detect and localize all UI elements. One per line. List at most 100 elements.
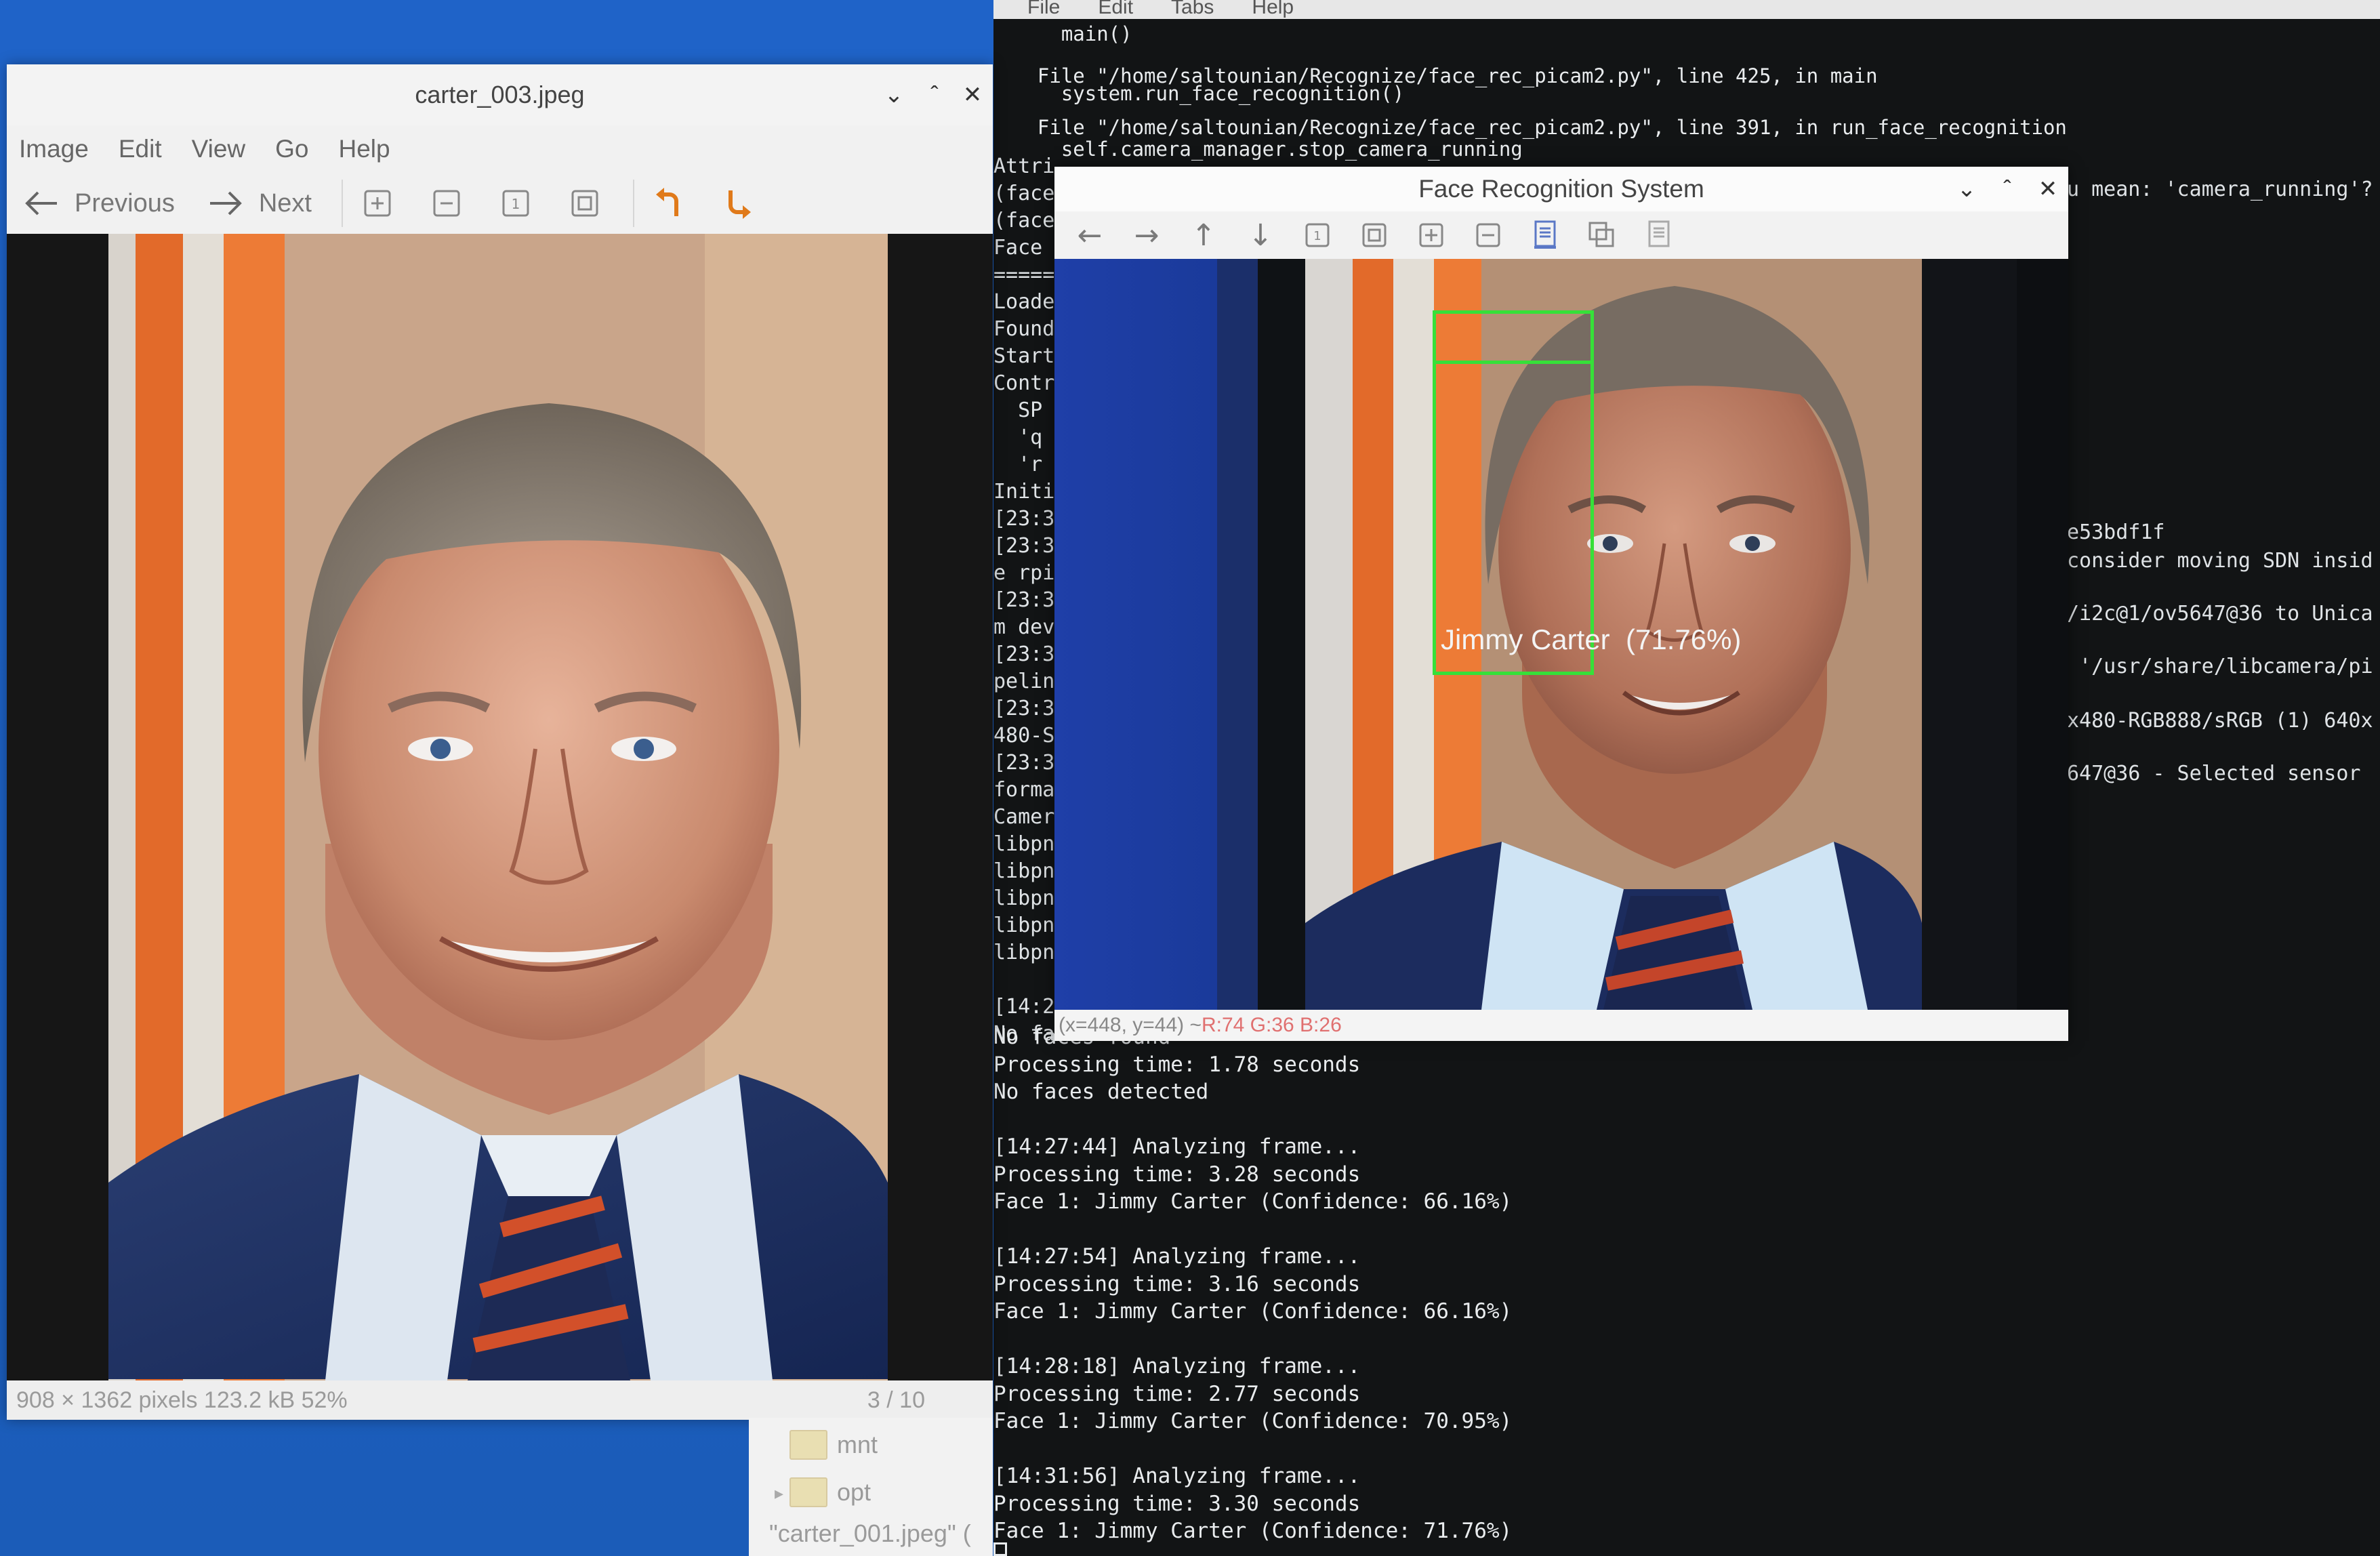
rotate-right-icon[interactable]: [717, 182, 759, 224]
zoom-out-icon[interactable]: [1469, 216, 1507, 254]
selection-status: "carter_001.jpeg" (: [769, 1519, 971, 1547]
file-manager-fragment[interactable]: mnt opt ▸ "carter_001.jpeg" (: [749, 1418, 993, 1556]
fit-window-icon[interactable]: [1355, 216, 1393, 254]
traceback-line: system.run_face_recognition(): [1014, 82, 1405, 105]
terminal-line-fragment: 647@36 - Selected sensor: [2067, 762, 2361, 785]
zoom-out-icon[interactable]: [426, 182, 468, 224]
arrow-left-icon[interactable]: ←: [1071, 216, 1109, 254]
zoom-in-icon[interactable]: [1412, 216, 1450, 254]
close-icon[interactable]: ✕: [952, 64, 993, 125]
previous-button[interactable]: Previous: [7, 176, 191, 230]
chevron-down-icon[interactable]: ⌄: [874, 64, 914, 125]
rotate-left-icon[interactable]: [648, 182, 690, 224]
pixel-color-value: R:74 G:36 B:26: [1201, 1014, 1342, 1036]
menu-help[interactable]: Help: [1252, 0, 1294, 19]
terminal-line-fragment: Contr: [993, 371, 1055, 395]
svg-text:1: 1: [1313, 229, 1321, 243]
terminal-line-fragment: libpn: [993, 859, 1055, 883]
terminal-line-fragment: forma: [993, 778, 1055, 802]
terminal-line-fragment: 'r: [993, 453, 1043, 476]
terminal-line-fragment: Found: [993, 317, 1055, 341]
terminal-line-fragment: libpn: [993, 886, 1055, 910]
terminal-line-fragment: (face: [993, 182, 1055, 205]
properties-icon[interactable]: [1640, 216, 1678, 254]
terminal-line-fragment: libpn: [993, 832, 1055, 856]
menu-go[interactable]: Go: [275, 135, 308, 163]
terminal-line-fragment: '/usr/share/libcamera/pi: [2067, 655, 2373, 678]
toolbar-separator: [341, 180, 343, 227]
face-window-statusbar: (x=448, y=44) ~ R:74 G:36 B:26: [1054, 1010, 2068, 1041]
terminal-line-fragment: Start: [993, 344, 1055, 368]
expander-icon[interactable]: ▸: [775, 1483, 783, 1504]
menu-file[interactable]: File: [1027, 0, 1060, 19]
menu-tabs[interactable]: Tabs: [1171, 0, 1214, 19]
image-canvas[interactable]: [7, 234, 993, 1380]
folder-item-opt[interactable]: opt: [789, 1477, 871, 1507]
image-viewer-window[interactable]: carter_003.jpeg ⌄ ˆ ✕ Image Edit View Go…: [7, 64, 993, 1420]
next-button[interactable]: Next: [191, 176, 328, 230]
terminal-log-line: [14:28:18] Analyzing frame...: [993, 1354, 1361, 1378]
terminal-line-fragment: SP: [993, 398, 1043, 422]
arrow-right-icon: [209, 191, 242, 216]
terminal-line-fragment: 480-S: [993, 724, 1055, 748]
viewer-titlebar[interactable]: carter_003.jpeg ⌄ ˆ ✕: [7, 64, 993, 125]
camera-frame[interactable]: Jimmy Carter (71.76%): [1054, 259, 2068, 1010]
terminal-log-line: Processing time: 3.28 seconds: [993, 1162, 1361, 1187]
terminal-line-fragment: Attri: [993, 155, 1055, 178]
arrow-right-icon[interactable]: →: [1128, 216, 1166, 254]
chevron-down-icon[interactable]: ⌄: [1946, 167, 1987, 211]
menu-help[interactable]: Help: [339, 135, 390, 163]
traceback-line: self.camera_manager.stop_camera_running: [1014, 138, 1523, 161]
terminal-line-fragment: [23:3: [993, 751, 1055, 775]
terminal-cursor: [993, 1542, 1007, 1556]
folder-label: mnt: [837, 1431, 878, 1458]
previous-label: Previous: [75, 188, 175, 218]
terminal-line-fragment: e53bdf1f: [2067, 520, 2165, 544]
maximize-icon[interactable]: ˆ: [914, 64, 955, 125]
terminal-log-line: Processing time: 3.16 seconds: [993, 1271, 1361, 1296]
terminal-log-line: No faces detected: [993, 1080, 1209, 1104]
zoom-in-icon[interactable]: [356, 182, 398, 224]
maximize-icon[interactable]: ˆ: [1987, 167, 2028, 211]
terminal-log-line: Face 1: Jimmy Carter (Confidence: 66.16%…: [993, 1189, 1513, 1214]
toolbar-separator: [632, 180, 634, 227]
face-recognition-window[interactable]: Face Recognition System ⌄ ˆ ✕ ← → ↑ ↓ 1: [1054, 167, 2068, 1041]
terminal-log-line: Face 1: Jimmy Carter (Confidence: 70.95%…: [993, 1409, 1513, 1433]
terminal-line-fragment: Face: [993, 236, 1043, 260]
terminal-line-fragment: [23:3: [993, 534, 1055, 558]
terminal-line-fragment: libpn: [993, 914, 1055, 937]
copy-image-icon[interactable]: [1583, 216, 1621, 254]
face-window-title: Face Recognition System: [1418, 175, 1704, 203]
viewer-statusbar: 908 × 1362 pixels 123.2 kB 52% 3 / 10: [7, 1380, 993, 1420]
terminal-line-fragment: (face: [993, 209, 1055, 232]
fit-window-icon[interactable]: [564, 182, 606, 224]
terminal-line-fragment: [23:3: [993, 507, 1055, 531]
menu-view[interactable]: View: [192, 135, 246, 163]
svg-text:1: 1: [512, 196, 520, 212]
viewer-title: carter_003.jpeg: [415, 81, 585, 108]
terminal-line-fragment: u mean: 'camera_running'?: [2067, 178, 2373, 201]
face-detection-box: [1433, 310, 1594, 675]
terminal-line-fragment: pelin: [993, 670, 1055, 693]
terminal-log-line: [14:27:44] Analyzing frame...: [993, 1134, 1361, 1159]
close-icon[interactable]: ✕: [2028, 167, 2068, 211]
viewer-menubar: Image Edit View Go Help: [7, 125, 993, 173]
image-info: 908 × 1362 pixels 123.2 kB 52%: [16, 1387, 348, 1413]
terminal-line-fragment: e rpi: [993, 561, 1055, 585]
terminal-log-line: [14:27:54] Analyzing frame...: [993, 1244, 1361, 1269]
arrow-up-icon[interactable]: ↑: [1185, 216, 1223, 254]
terminal-line-fragment: Camer: [993, 805, 1055, 829]
save-image-icon[interactable]: [1526, 216, 1564, 254]
zoom-original-icon[interactable]: 1: [495, 182, 537, 224]
terminal-line-fragment: /i2c@1/ov5647@36 to Unica: [2067, 602, 2373, 626]
zoom-original-icon[interactable]: 1: [1298, 216, 1336, 254]
menu-edit[interactable]: Edit: [119, 135, 162, 163]
terminal-line-fragment: Loade: [993, 290, 1055, 314]
next-label: Next: [258, 188, 312, 218]
folder-item-mnt[interactable]: mnt: [789, 1430, 878, 1460]
traceback-line: main(): [1014, 22, 1132, 45]
menu-edit[interactable]: Edit: [1098, 0, 1133, 19]
face-window-titlebar[interactable]: Face Recognition System ⌄ ˆ ✕: [1054, 167, 2068, 211]
arrow-down-icon[interactable]: ↓: [1242, 216, 1279, 254]
menu-image[interactable]: Image: [19, 135, 89, 163]
